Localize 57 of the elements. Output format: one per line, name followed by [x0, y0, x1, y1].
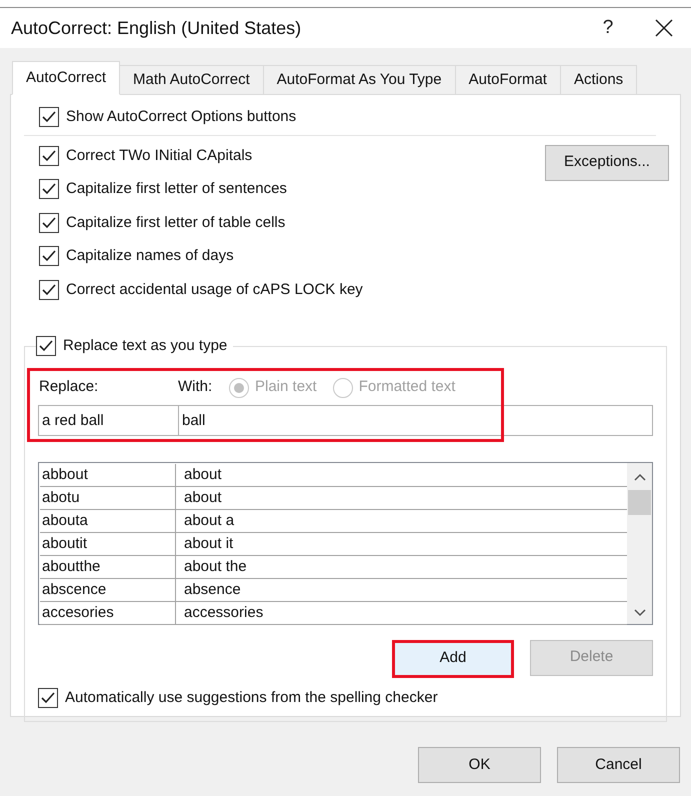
checkmark-icon	[42, 111, 56, 124]
table-cell: aboutthe	[40, 556, 176, 578]
checkmark-icon	[39, 340, 53, 352]
checkbox[interactable]	[36, 336, 56, 356]
checkbox-label: Capitalize first letter of sentences	[66, 179, 287, 199]
checkbox[interactable]	[39, 212, 59, 233]
table-cell: abouta	[40, 510, 176, 532]
checkmark-icon	[42, 250, 56, 262]
checkbox[interactable]	[39, 107, 59, 128]
checkbox-label: Replace text as you type	[63, 336, 228, 356]
table-cell: abscence	[40, 578, 176, 600]
checkbox[interactable]	[39, 179, 59, 200]
checkbox-label: Automatically use suggestions from the spelling checker	[65, 688, 438, 708]
table-cell: aboutit	[40, 532, 176, 554]
table-cell-text: about a	[183, 510, 236, 530]
checkbox-label: Show AutoCorrect Options buttons	[66, 107, 296, 127]
checkmark-icon	[42, 216, 56, 229]
table-cell-text: about it	[183, 534, 234, 554]
dialog-button[interactable]: Cancel	[557, 747, 680, 783]
scrollbar-thumb[interactable]	[628, 490, 651, 514]
replace-label: Replace:	[39, 377, 100, 398]
checkbox[interactable]	[39, 146, 59, 166]
checkbox-label: Correct TWo INitial CApitals	[66, 146, 252, 166]
checkmark-icon	[42, 183, 56, 196]
scroll-down-icon[interactable]	[634, 608, 646, 616]
checkbox-label: Capitalize names of days	[66, 246, 234, 266]
checkbox[interactable]	[39, 280, 59, 300]
replace-input[interactable]: a red ball	[38, 404, 179, 436]
checkbox-label: Capitalize first letter of table cells	[66, 212, 286, 232]
checkmark-icon	[42, 284, 56, 296]
window-title: AutoCorrect: English (United States)	[11, 16, 302, 40]
close-icon[interactable]	[655, 19, 673, 37]
tab[interactable]: Actions	[560, 65, 638, 95]
with-label: With:	[178, 377, 214, 398]
table-cell-text: about	[183, 464, 223, 484]
scroll-up-icon[interactable]	[634, 472, 646, 480]
scrollbar[interactable]	[627, 462, 652, 624]
radio-label: Formatted text	[358, 377, 456, 398]
checkmark-icon	[42, 150, 56, 162]
checkbox[interactable]	[39, 246, 59, 266]
table-cell: accesories	[40, 602, 176, 624]
radio-label: Plain text	[255, 377, 317, 398]
with-input[interactable]: ball	[179, 404, 653, 436]
checkbox[interactable]	[38, 688, 58, 708]
checkmark-icon	[41, 692, 55, 704]
exceptions-button[interactable]: Exceptions...	[545, 144, 669, 180]
checkbox-label: Correct accidental usage of cAPS LOCK key	[66, 280, 363, 300]
table-cell: abbout	[40, 464, 176, 486]
tab[interactable]: AutoCorrect	[12, 61, 120, 95]
table-cell-text: about	[183, 488, 223, 508]
help-button[interactable]: ?	[593, 14, 623, 42]
table-cell-text: absence	[183, 580, 242, 600]
table-cell: abotu	[40, 486, 176, 508]
table-cell-text: about the	[183, 556, 248, 576]
table-cell-text: accessories	[183, 602, 264, 622]
add-button[interactable]: Add	[392, 640, 514, 678]
dialog-button[interactable]: OK	[418, 747, 541, 783]
